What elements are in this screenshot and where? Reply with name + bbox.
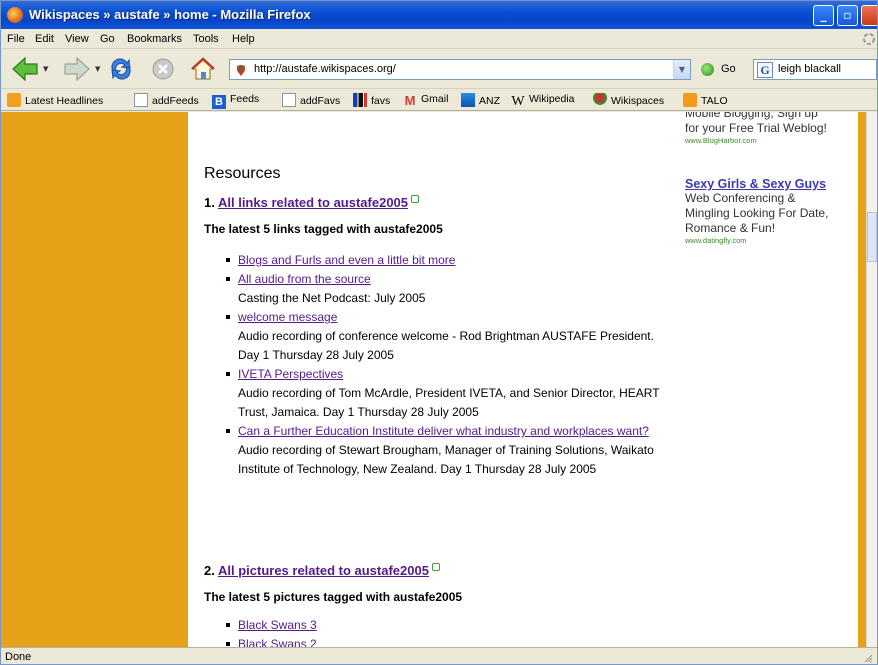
url-dropdown-icon[interactable]: ▼ [673,60,690,79]
ad-2-text: Web Conferencing & Mingling Looking For … [685,191,829,235]
go-button[interactable]: Go [721,63,736,75]
vertical-scrollbar[interactable] [866,112,877,647]
section-1-heading: 1. All links related to austafe2005 [204,195,420,210]
browser-window: Wikispaces » austafe » home - Mozilla Fi… [0,0,878,665]
go-icon[interactable] [701,63,714,76]
home-icon[interactable] [189,55,217,83]
status-text: Done [5,651,32,663]
section-1-subheading: The latest 5 links tagged with austafe20… [204,222,443,236]
menu-edit[interactable]: Edit [35,33,54,45]
list-item: welcome message Audio recording of confe… [226,308,666,365]
right-border [858,112,866,647]
menu-file[interactable]: File [7,33,25,45]
item-link[interactable]: Blogs and Furls and even a little bit mo… [238,253,455,267]
bookmark-wikipedia[interactable]: W Wikipedia [511,93,574,109]
item-link[interactable]: All audio from the source [238,272,371,286]
bookmark-addfavs[interactable]: addFavs [282,93,340,109]
ad-1-text-cut: Mobile Blogging, Sign up [685,112,818,120]
forward-arrow-icon[interactable] [63,55,91,83]
bookmark-talo[interactable]: TALO [683,93,728,109]
ad-1-url[interactable]: www.BlogHarbor.com [685,136,857,145]
google-search-icon[interactable]: G [757,62,773,78]
firefox-icon [7,7,23,23]
section-2-link[interactable]: All pictures related to austafe2005 [218,563,429,578]
page-icon [134,93,148,107]
page-content: Resources 1. All links related to austaf… [1,112,877,647]
menu-bookmarks[interactable]: Bookmarks [127,33,182,45]
ads-column: Mobile Blogging, Sign up for your Free T… [685,112,857,245]
page-heading: Resources [204,165,281,182]
bookmark-anz[interactable]: ANZ [461,93,500,109]
talo-icon [683,93,697,107]
menu-bar: File Edit View Go Bookmarks Tools Help [1,29,877,49]
status-bar: Done [1,647,877,664]
maximize-button[interactable]: ▫ [837,5,858,26]
rss-icon [7,93,21,107]
wikispaces-favicon-icon [236,65,246,76]
stop-icon[interactable] [149,55,177,83]
bookmarks-toolbar: Latest Headlines addFeeds B Feeds addFavs… [1,89,877,111]
pictures-list: Black Swans 3 Black Swans 2 [226,616,666,647]
title-bar: Wikispaces » austafe » home - Mozilla Fi… [1,1,877,29]
back-arrow-icon[interactable] [11,55,39,83]
bookmark-addfeeds[interactable]: addFeeds [134,93,199,109]
window-title: Wikispaces » austafe » home - Mozilla Fi… [29,7,311,22]
section-2-subheading: The latest 5 pictures tagged with austaf… [204,590,463,604]
list-item: IVETA Perspectives Audio recording of To… [226,365,666,422]
bookmark-wikispaces[interactable]: Wikispaces [593,93,664,109]
item-description: Audio recording of Stewart Brougham, Man… [238,443,654,476]
item-link[interactable]: IVETA Perspectives [238,367,343,381]
list-item: All audio from the source Casting the Ne… [226,270,666,308]
list-item: Blogs and Furls and even a little bit mo… [226,251,666,270]
item-link[interactable]: Black Swans 2 [238,637,317,647]
minimize-button[interactable]: _ [813,5,834,26]
menu-tools[interactable]: Tools [193,33,219,45]
navigation-toolbar: ▼ ▼ http://austafe.wikispaces.org/ ▼ Go … [1,49,877,89]
section-1-link[interactable]: All links related to austafe2005 [218,195,408,210]
menu-help[interactable]: Help [232,33,255,45]
bookmark-feeds[interactable]: B Feeds [212,93,259,109]
page-icon [282,93,296,107]
search-input[interactable]: G leigh blackall [753,59,877,80]
item-link[interactable]: welcome message [238,310,337,324]
bookmark-favs[interactable]: favs [353,93,390,109]
close-button[interactable] [861,5,877,26]
search-text: leigh blackall [778,63,841,75]
links-list: Blogs and Furls and even a little bit mo… [226,251,666,479]
rss-feed-icon[interactable] [431,563,440,571]
bookmark-gmail[interactable]: M Gmail [403,93,449,109]
wikispaces-icon [593,93,607,107]
item-description: Audio recording of conference welcome - … [238,329,654,362]
menu-go[interactable]: Go [100,33,115,45]
item-description: Casting the Net Podcast: July 2005 [238,291,426,305]
url-text: http://austafe.wikispaces.org/ [254,63,396,75]
list-item: Black Swans 2 [226,635,666,647]
ad-1-text: for your Free Trial Weblog! [685,121,827,135]
item-link[interactable]: Can a Further Education Institute delive… [238,424,649,438]
back-dropdown-icon[interactable]: ▼ [43,65,48,73]
left-sidebar [1,112,188,647]
anz-icon [461,93,475,107]
list-item: Black Swans 3 [226,616,666,635]
forward-dropdown-icon[interactable]: ▼ [95,65,100,73]
resize-grip-icon[interactable] [863,651,873,663]
item-link[interactable]: Black Swans 3 [238,618,317,632]
ad-2-title[interactable]: Sexy Girls & Sexy Guys [685,177,857,191]
bookmark-latest-headlines[interactable]: Latest Headlines [7,93,103,109]
gmail-icon: M [404,93,416,108]
reload-icon[interactable] [107,55,135,83]
scrollbar-thumb[interactable] [867,212,877,262]
url-bar[interactable]: http://austafe.wikispaces.org/ ▼ [229,59,691,80]
rss-feed-icon[interactable] [411,195,420,203]
menu-view[interactable]: View [65,33,89,45]
bars-icon [353,93,367,107]
section-2-heading: 2. All pictures related to austafe2005 [204,563,440,578]
blogger-icon: B [212,95,226,109]
item-description: Audio recording of Tom McArdle, Presiden… [238,386,660,419]
list-item: Can a Further Education Institute delive… [226,422,666,479]
throbber-icon [863,33,875,45]
ad-2-url[interactable]: www.datingfly.com [685,236,857,245]
wikipedia-icon: W [511,94,525,109]
